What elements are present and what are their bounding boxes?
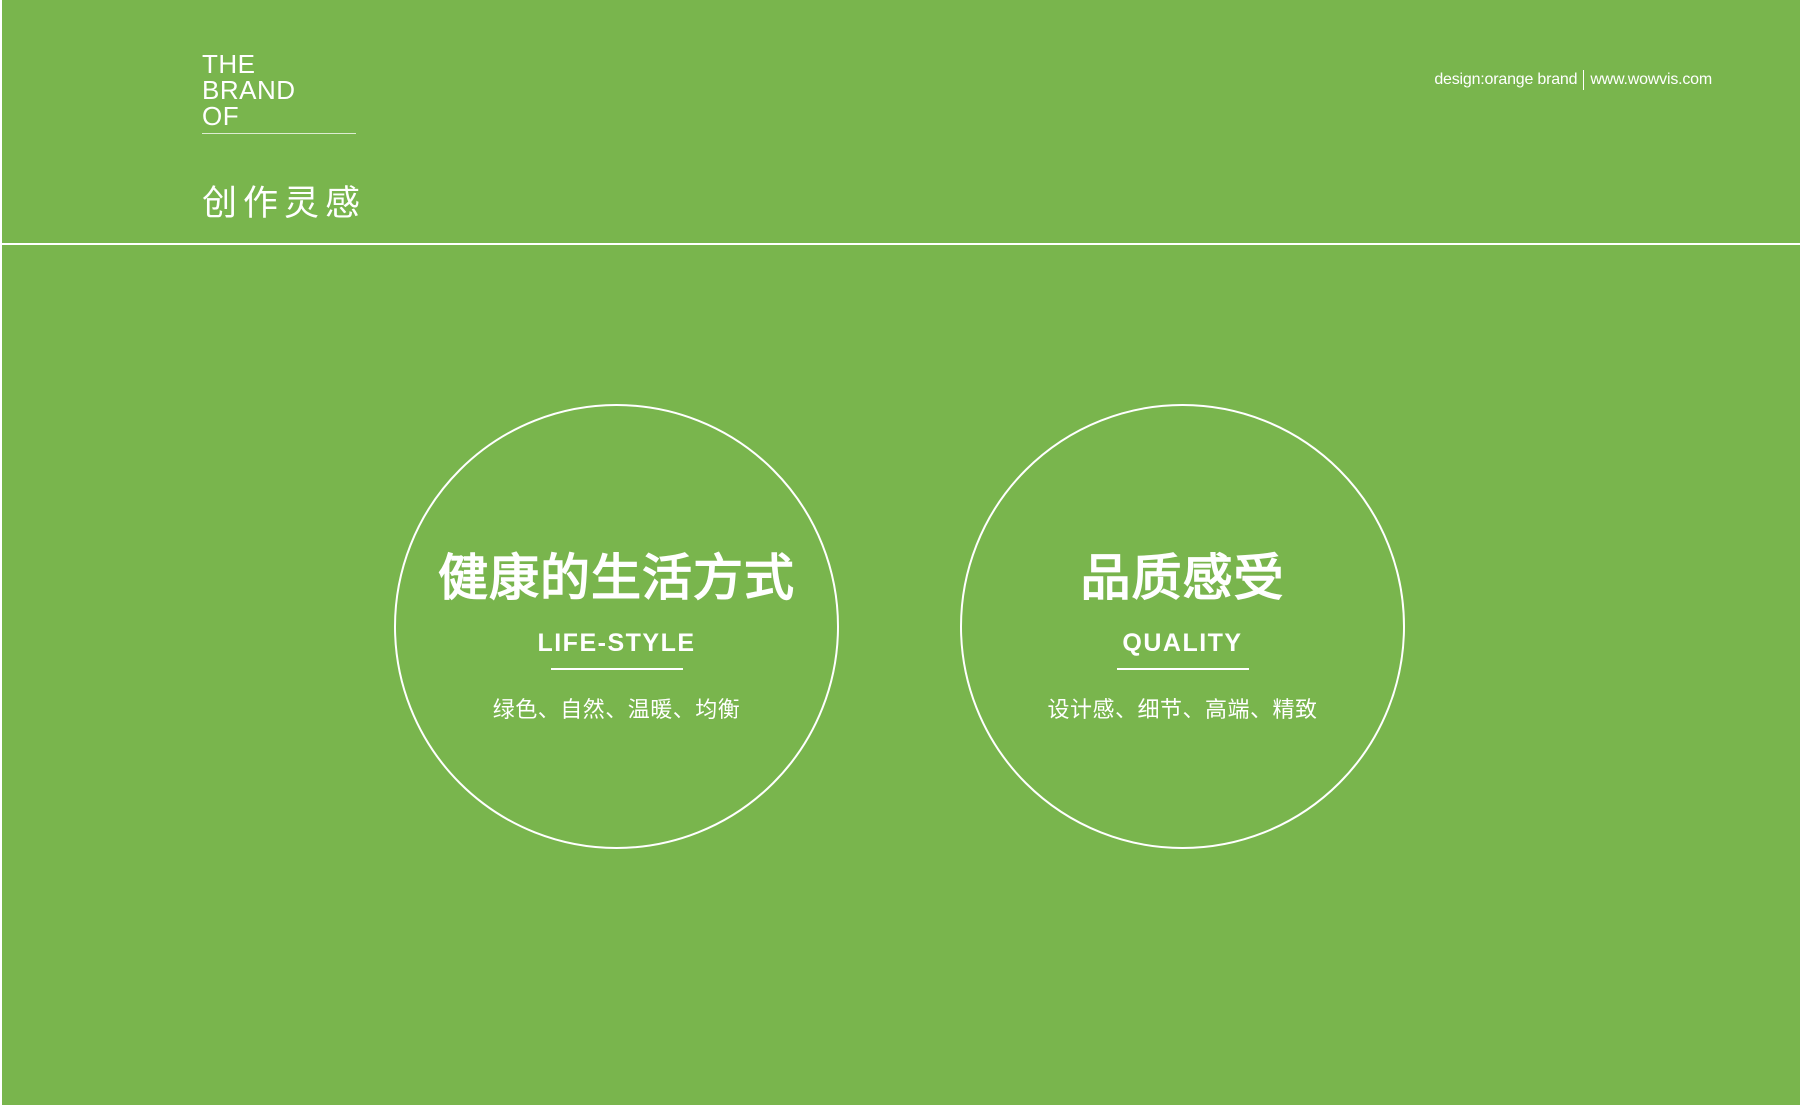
concept-underline bbox=[1116, 668, 1249, 670]
concept-english-label: LIFE-STYLE bbox=[537, 629, 696, 657]
brand-line-1: THE bbox=[202, 49, 256, 79]
concept-content: 健康的生活方式 LIFE-STYLE 绿色、自然、温暖、均衡 bbox=[396, 406, 837, 847]
brand-logo: THE BRAND OF bbox=[202, 51, 356, 134]
brand-line-2: BRAND bbox=[202, 75, 296, 105]
concept-circle-quality: 品质感受 QUALITY 设计感、细节、高端、精致 bbox=[960, 404, 1405, 849]
header-divider bbox=[2, 243, 1800, 245]
concept-content: 品质感受 QUALITY 设计感、细节、高端、精致 bbox=[962, 406, 1403, 847]
concept-underline bbox=[550, 668, 683, 670]
credit-separator bbox=[1583, 70, 1585, 90]
concept-keywords: 绿色、自然、温暖、均衡 bbox=[492, 698, 741, 723]
slide-canvas: THE BRAND OF design:orange brand www.wow… bbox=[2, 0, 1800, 1105]
concept-circle-lifestyle: 健康的生活方式 LIFE-STYLE 绿色、自然、温暖、均衡 bbox=[394, 404, 839, 849]
section-title: 创作灵感 bbox=[202, 184, 367, 224]
design-credit: design:orange brand www.wowvis.com bbox=[1434, 70, 1712, 90]
design-credit-text: design:orange brand bbox=[1434, 71, 1578, 88]
brand-line-3: OF bbox=[202, 101, 240, 131]
concept-title: 健康的生活方式 bbox=[438, 548, 795, 607]
concept-english-label: QUALITY bbox=[1122, 629, 1243, 657]
concept-keywords: 设计感、细节、高端、精致 bbox=[1047, 698, 1318, 723]
website-link[interactable]: www.wowvis.com bbox=[1590, 70, 1712, 90]
concept-title: 品质感受 bbox=[1080, 548, 1285, 607]
